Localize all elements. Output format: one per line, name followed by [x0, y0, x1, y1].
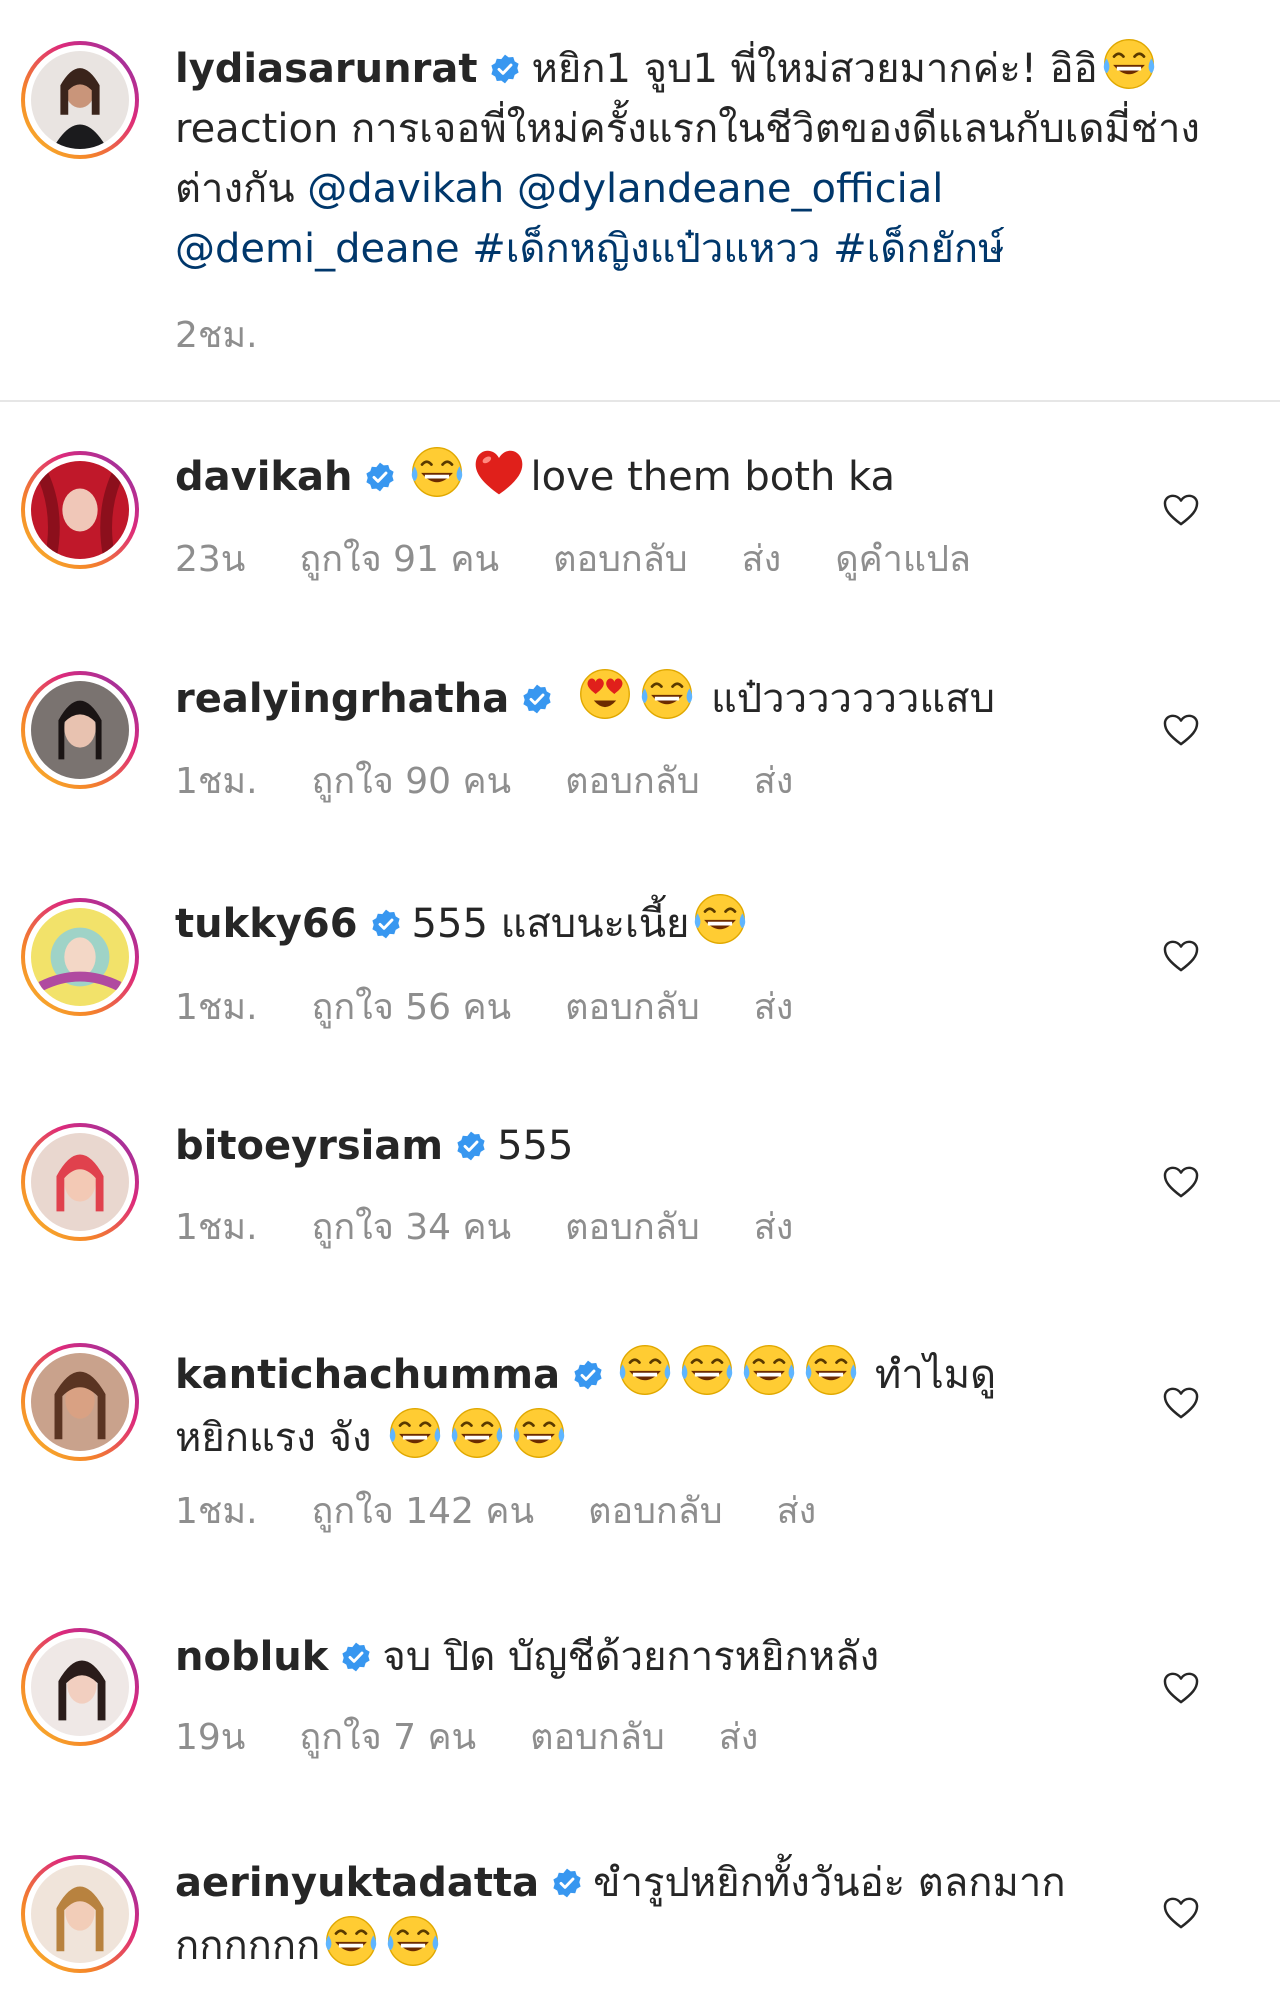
tears-of-joy-emoji	[692, 891, 748, 947]
tears-of-joy-emoji	[449, 1405, 505, 1461]
post-timestamp: 2ชม.	[175, 306, 312, 363]
comment-text: love them both ka	[530, 454, 895, 500]
send-button[interactable]: ส่ง	[719, 1717, 759, 1758]
divider	[0, 400, 1280, 402]
reply-button[interactable]: ตอบกลับ	[588, 1491, 723, 1532]
comment-text: จบ ปิด บัญชีด้วยการหยิกหลัง	[382, 1634, 880, 1680]
like-heart-icon[interactable]	[1162, 493, 1200, 527]
comment-username[interactable]: aerinyuktadatta	[175, 1860, 539, 1906]
comment-time: 1ชม.	[175, 1207, 258, 1248]
comment-meta: 23น ถูกใจ 91 คน ตอบกลับ ส่ง ดูคำแปล	[175, 530, 1025, 587]
comment-text: 555	[497, 1123, 574, 1169]
send-button[interactable]: ส่ง	[742, 539, 782, 580]
mention-link[interactable]: @dylandeane_official	[517, 166, 943, 212]
send-button[interactable]: ส่ง	[754, 1207, 794, 1248]
verified-badge-icon	[455, 1130, 487, 1162]
comment-text: หยิกแรง จัง	[175, 1415, 372, 1461]
verified-badge-icon	[370, 908, 402, 940]
comment-likes[interactable]: ถูกใจ 90 คน	[312, 761, 512, 802]
tears-of-joy-emoji	[387, 1405, 443, 1461]
comment-likes[interactable]: ถูกใจ 7 คน	[299, 1717, 476, 1758]
comment-meta: 19น ถูกใจ 7 คน ตอบกลับ ส่ง	[175, 1708, 812, 1765]
comment-likes[interactable]: ถูกใจ 56 คน	[312, 987, 512, 1028]
tears-of-joy-emoji	[409, 444, 465, 500]
verified-badge-icon	[551, 1867, 583, 1899]
avatar[interactable]	[21, 671, 139, 789]
see-translation-button[interactable]: ดูคำแปล	[835, 539, 971, 580]
comment-time: 19น	[175, 1717, 246, 1758]
comment-text: กกกกกก	[175, 1923, 321, 1969]
verified-badge-icon	[489, 53, 521, 85]
send-button[interactable]: ส่ง	[754, 761, 794, 802]
reply-button[interactable]: ตอบกลับ	[565, 761, 700, 802]
mention-link[interactable]: @davikah	[307, 166, 504, 212]
caption-text: lydiasarunrat หยิก1 จูบ1 พี่ใหม่สวยมากค่ะ…	[175, 36, 1215, 279]
avatar[interactable]	[21, 451, 139, 569]
comment-likes[interactable]: ถูกใจ 34 คน	[312, 1207, 512, 1248]
comment-text: แป๋วววววววแสบ	[710, 676, 995, 722]
post-caption: lydiasarunrat หยิก1 จูบ1 พี่ใหม่สวยมากค่ะ…	[0, 0, 1280, 400]
avatar[interactable]	[21, 1855, 139, 1973]
avatar[interactable]	[21, 898, 139, 1016]
hashtag-link[interactable]: #เด็กยักษ์	[833, 226, 1004, 272]
red-heart-emoji	[471, 444, 527, 500]
avatar[interactable]	[21, 41, 139, 159]
like-heart-icon[interactable]	[1162, 713, 1200, 747]
comment-username[interactable]: nobluk	[175, 1634, 328, 1680]
like-heart-icon[interactable]	[1162, 1896, 1200, 1930]
verified-badge-icon	[340, 1641, 372, 1673]
comment-username[interactable]: kantichachumma	[175, 1352, 560, 1398]
tears-of-joy-emoji	[617, 1342, 673, 1398]
tears-of-joy-emoji	[741, 1342, 797, 1398]
comment-likes[interactable]: ถูกใจ 142 คน	[312, 1491, 535, 1532]
reply-button[interactable]: ตอบกลับ	[565, 1207, 700, 1248]
comment-time: 1ชม.	[175, 761, 258, 802]
like-heart-icon[interactable]	[1162, 1165, 1200, 1199]
heart-eyes-emoji	[577, 666, 633, 722]
username[interactable]: lydiasarunrat	[175, 46, 477, 92]
reply-button[interactable]: ตอบกลับ	[565, 987, 700, 1028]
comment-meta: 1ชม. ถูกใจ 90 คน ตอบกลับ ส่ง	[175, 752, 847, 809]
comment-username[interactable]: bitoeyrsiam	[175, 1123, 443, 1169]
caption-line: หยิก1 จูบ1 พี่ใหม่สวยมากค่ะ! อิอิ	[531, 46, 1098, 92]
reply-button[interactable]: ตอบกลับ	[530, 1717, 665, 1758]
avatar[interactable]	[21, 1343, 139, 1461]
tears-of-joy-emoji	[639, 666, 695, 722]
mention-link[interactable]: @demi_deane	[175, 226, 460, 272]
tears-of-joy-emoji	[679, 1342, 735, 1398]
comment-text: ขำรูปหยิกทั้งวันอ่ะ ตลกมาก	[593, 1860, 1066, 1906]
comment-meta: 1ชม. ถูกใจ 34 คน ตอบกลับ ส่ง	[175, 1198, 847, 1255]
tears-of-joy-emoji	[385, 1913, 441, 1969]
avatar[interactable]	[21, 1123, 139, 1241]
verified-badge-icon	[364, 461, 396, 493]
comment-text: ทำไมดู	[874, 1352, 997, 1398]
comment-username[interactable]: realyingrhatha	[175, 676, 509, 722]
tears-of-joy-emoji	[323, 1913, 379, 1969]
comment-username[interactable]: tukky66	[175, 901, 358, 947]
comment-likes[interactable]: ถูกใจ 91 คน	[299, 539, 499, 580]
like-heart-icon[interactable]	[1162, 939, 1200, 973]
comment-time: 1ชม.	[175, 987, 258, 1028]
timestamp: 2ชม.	[175, 315, 258, 356]
like-heart-icon[interactable]	[1162, 1671, 1200, 1705]
comment-meta: 1ชม. ถูกใจ 56 คน ตอบกลับ ส่ง	[175, 978, 847, 1035]
tears-of-joy-emoji	[1101, 36, 1157, 92]
avatar[interactable]	[21, 1628, 139, 1746]
send-button[interactable]: ส่ง	[754, 987, 794, 1028]
comment-username[interactable]: davikah	[175, 454, 352, 500]
comment-meta: 1ชม. ถูกใจ 142 คน ตอบกลับ ส่ง	[175, 1482, 870, 1539]
like-heart-icon[interactable]	[1162, 1386, 1200, 1420]
reply-button[interactable]: ตอบกลับ	[553, 539, 688, 580]
comment-time: 1ชม.	[175, 1491, 258, 1532]
send-button[interactable]: ส่ง	[777, 1491, 817, 1532]
verified-badge-icon	[572, 1359, 604, 1391]
hashtag-link[interactable]: #เด็กหญิงแป๋วแหวว	[472, 226, 820, 272]
tears-of-joy-emoji	[511, 1405, 567, 1461]
comment-text: 555 แสบนะเนี้ย	[411, 901, 690, 947]
comment-time: 23น	[175, 539, 246, 580]
tears-of-joy-emoji	[803, 1342, 859, 1398]
verified-badge-icon	[521, 683, 553, 715]
